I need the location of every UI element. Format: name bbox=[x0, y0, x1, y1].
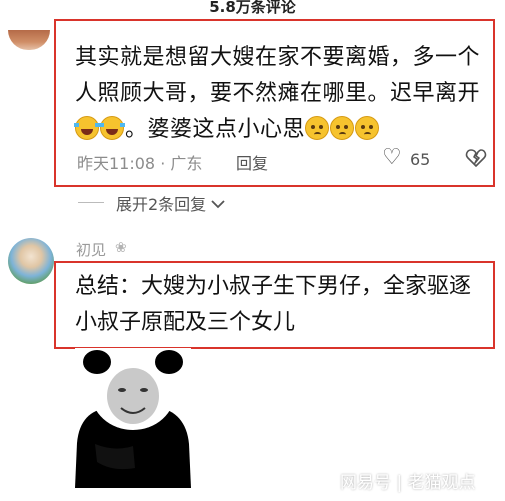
worried-emoji-icon bbox=[355, 116, 380, 140]
avatar[interactable] bbox=[8, 30, 50, 50]
comment-1-body: 其实就是想留大嫂在家不要离婚，多一个 人照顾大哥，要不然瘫在哪里。迟早离开 。婆… bbox=[74, 40, 490, 148]
chevron-down-icon bbox=[211, 200, 225, 209]
expand-replies-label: 展开2条回复 bbox=[116, 195, 207, 214]
comment-1-line-1: 其实就是想留大嫂在家不要离婚，多一个 bbox=[75, 45, 481, 70]
expand-replies-button[interactable]: 展开2条回复 bbox=[116, 191, 225, 215]
avatar[interactable] bbox=[8, 238, 54, 284]
comment-2-body: 总结：大嫂为小叔子生下男仔，全家驱逐 小叔子原配及三个女儿 bbox=[75, 269, 490, 341]
comment-1-timestamp: 昨天11:08 · 广东 bbox=[77, 154, 203, 173]
flower-badge-icon: ❀ bbox=[115, 240, 127, 256]
laugh-cry-emoji-icon bbox=[99, 116, 125, 140]
watermark: 网易号 | 老猫观点 bbox=[340, 473, 476, 493]
comment-2-line-1: 总结：大嫂为小叔子生下男仔，全家驱逐 bbox=[75, 274, 472, 299]
worried-emoji-icon bbox=[305, 116, 330, 140]
username[interactable]: 初见 bbox=[76, 239, 106, 260]
like-count: 65 bbox=[410, 150, 431, 169]
comment-2-line-2: 小叔子原配及三个女儿 bbox=[75, 310, 296, 335]
comment-1-line-3: 。婆婆这点小心思 bbox=[74, 112, 490, 148]
expand-divider bbox=[78, 202, 104, 203]
comment-count-title: 5.8万条评论 bbox=[209, 0, 296, 16]
laugh-cry-emoji-icon bbox=[74, 116, 100, 140]
comment-1-line-2: 人照顾大哥，要不然瘫在哪里。迟早离开 bbox=[75, 81, 481, 106]
heart-icon[interactable]: ♡ bbox=[382, 147, 402, 169]
broken-heart-icon[interactable] bbox=[465, 147, 487, 169]
panda-meme-image[interactable] bbox=[75, 348, 191, 488]
reply-button[interactable]: 回复 bbox=[236, 150, 268, 174]
worried-emoji-icon bbox=[330, 116, 355, 140]
comment-1-line-3-text: 。婆婆这点小心思 bbox=[125, 117, 306, 142]
